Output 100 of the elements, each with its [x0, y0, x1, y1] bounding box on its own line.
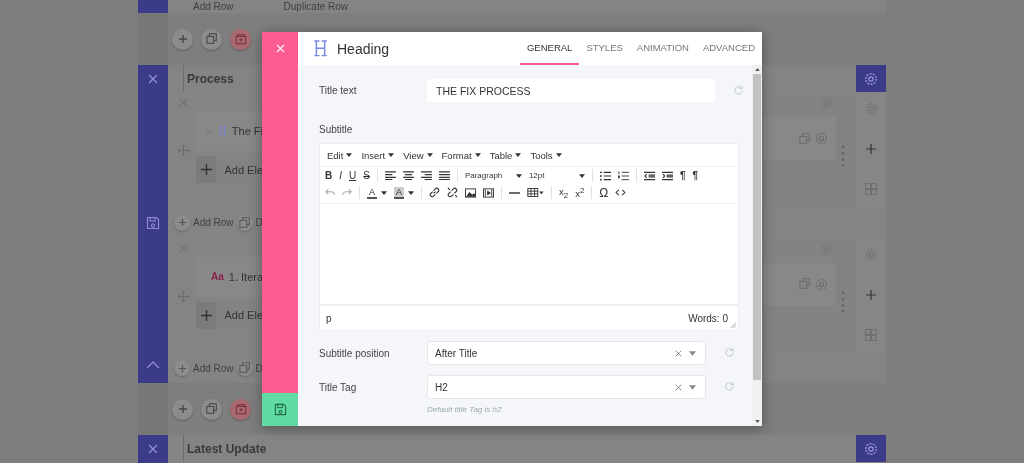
numbered-list-icon[interactable] [617, 170, 629, 181]
reset-icon[interactable] [733, 85, 744, 96]
subscript-button[interactable]: x$_{2}$ [559, 185, 569, 200]
source-code-icon[interactable] [615, 189, 627, 196]
settings-icon[interactable] [864, 71, 878, 86]
caret-icon[interactable] [515, 153, 522, 157]
caret-icon[interactable] [578, 173, 585, 178]
table-icon[interactable] [527, 188, 545, 197]
element-label: The Fi [231, 125, 263, 137]
dropdown[interactable]: H2 [427, 375, 706, 399]
direction-button[interactable]: ¶ [692, 170, 699, 181]
chevron-up-icon[interactable] [146, 361, 160, 369]
tab[interactable]: ADVANCED [695, 32, 762, 65]
box-icon[interactable] [234, 403, 247, 415]
plus-icon[interactable] [177, 363, 187, 373]
plus-icon[interactable] [177, 218, 187, 228]
copy-icon[interactable] [205, 403, 218, 415]
direction-button[interactable]: ¶ [679, 170, 686, 181]
align-icon[interactable] [438, 171, 450, 180]
duplicate-section-button[interactable] [201, 28, 222, 50]
add-section-button[interactable] [172, 398, 193, 420]
section-settings-button[interactable] [856, 65, 886, 92]
link-icon[interactable] [429, 187, 441, 198]
copy-icon[interactable] [205, 33, 218, 45]
add-section-button[interactable] [172, 28, 193, 50]
editor-menu[interactable]: Edit [327, 149, 353, 161]
move-icon[interactable] [178, 290, 189, 302]
horizontal-line-icon[interactable] [509, 190, 521, 195]
caret-icon[interactable] [474, 153, 481, 157]
font-size-dropdown[interactable]: 12pt [528, 171, 585, 180]
clear-icon[interactable] [675, 383, 682, 391]
copy-icon[interactable] [799, 278, 811, 290]
superscript-button[interactable]: x$^{2}$ [575, 185, 585, 200]
format-button[interactable]: S [363, 170, 370, 181]
element-card[interactable]: The Fi [196, 111, 263, 151]
format-button[interactable]: I [339, 170, 342, 181]
plus-icon[interactable] [177, 34, 188, 44]
settings-icon[interactable] [864, 441, 878, 456]
close-icon[interactable] [148, 74, 158, 84]
plus-icon[interactable] [177, 404, 188, 414]
save-icon[interactable] [146, 215, 160, 230]
archive-section-button[interactable] [230, 398, 251, 420]
box-icon[interactable] [234, 33, 247, 45]
caret-icon[interactable] [555, 153, 562, 157]
unlink-icon[interactable] [447, 187, 459, 198]
image-icon[interactable] [465, 187, 477, 198]
close-icon[interactable] [148, 444, 158, 454]
caret-icon[interactable] [426, 153, 433, 157]
title-text-field[interactable]: THE FIX PROCESS [427, 79, 715, 102]
clear-icon[interactable] [675, 349, 682, 357]
scrollbar[interactable] [752, 65, 762, 426]
reset-icon[interactable] [724, 381, 735, 392]
save-button[interactable] [262, 393, 298, 426]
move-icon[interactable] [178, 145, 189, 156]
duplicate-section-button[interactable] [201, 398, 222, 420]
dropdown[interactable]: After Title [427, 341, 706, 365]
caret-icon[interactable] [381, 190, 387, 195]
plus-icon[interactable] [200, 309, 212, 321]
caret-icon[interactable] [388, 153, 395, 157]
caret-icon[interactable] [346, 153, 353, 157]
reset-icon[interactable] [724, 347, 735, 358]
editor-menu[interactable]: Tools [530, 149, 562, 161]
editor-menu[interactable]: View [403, 149, 433, 161]
format-button[interactable]: B [325, 170, 333, 181]
add-row-button[interactable] [174, 214, 190, 231]
redo-icon[interactable] [342, 188, 352, 197]
tab[interactable]: ANIMATION [629, 32, 696, 65]
bullet-list-icon[interactable] [599, 170, 611, 181]
align-icon[interactable] [384, 171, 396, 180]
tab[interactable]: STYLES [579, 32, 630, 65]
align-icon[interactable] [420, 171, 432, 180]
undo-icon[interactable] [325, 188, 335, 197]
settings-icon[interactable] [815, 132, 828, 145]
archive-section-button[interactable] [230, 28, 251, 50]
scroll-up-icon[interactable] [754, 68, 760, 71]
caret-icon[interactable] [515, 173, 522, 178]
media-icon[interactable] [483, 187, 495, 198]
plus-icon[interactable] [200, 164, 212, 175]
outdent-icon[interactable] [643, 170, 655, 181]
scroll-down-icon[interactable] [754, 420, 760, 423]
text-color-button[interactable]: A [367, 186, 377, 199]
caret-icon[interactable] [408, 190, 415, 195]
resize-handle-icon[interactable] [731, 323, 736, 328]
editor-menu[interactable]: Insert [361, 149, 395, 161]
settings-icon[interactable] [815, 277, 828, 291]
section-settings-button[interactable] [856, 435, 886, 462]
editor-menu[interactable]: Table [489, 149, 522, 161]
indent-icon[interactable] [661, 170, 673, 181]
align-icon[interactable] [402, 171, 414, 180]
editor-menu[interactable]: Format [441, 149, 481, 161]
element-card[interactable]: Aa 1. Itera [196, 256, 263, 297]
background-color-button[interactable]: A [394, 186, 405, 199]
copy-icon[interactable] [799, 132, 811, 145]
plus-icon[interactable] [866, 289, 876, 300]
special-character-button[interactable]: Ω [599, 185, 609, 200]
plus-icon[interactable] [866, 144, 876, 154]
block-format-dropdown[interactable]: Paragraph [464, 171, 522, 180]
add-row-button[interactable] [174, 360, 190, 377]
save-icon[interactable] [273, 403, 287, 416]
format-button[interactable]: U [349, 170, 357, 181]
